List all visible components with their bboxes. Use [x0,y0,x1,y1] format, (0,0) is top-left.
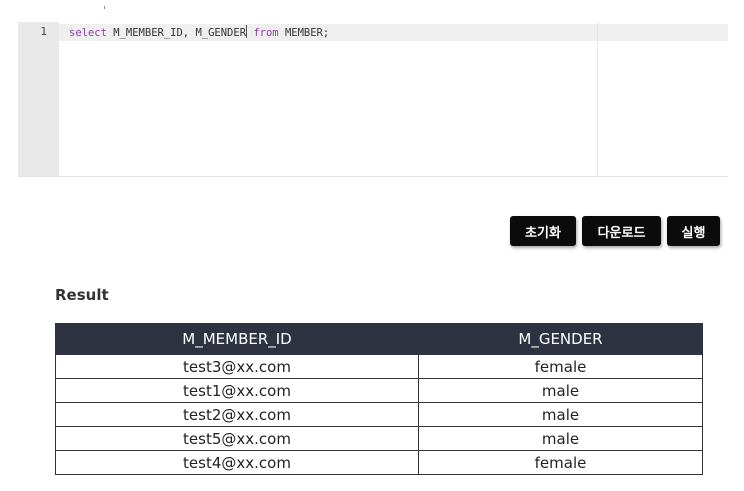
code-line[interactable]: select M_MEMBER_ID, M_GENDER from MEMBER… [69,25,329,39]
table-row: test5@xx.com male [55,426,703,451]
result-title: Result [55,286,109,304]
download-button[interactable]: 다운로드 [582,216,661,246]
code-token-keyword: select [69,27,107,39]
table-cell: male [418,378,703,403]
table-cell: female [418,354,703,379]
reset-button[interactable]: 초기화 [510,216,576,246]
column-header: M_GENDER [418,323,703,355]
code-token: M_MEMBER_ID, M_GENDER [106,27,247,39]
editor-gutter: 1 [18,22,59,176]
table-cell: test5@xx.com [55,426,419,451]
table-cell: test4@xx.com [55,450,419,475]
table-cell: male [418,426,703,451]
code-token: MEMBER; [278,27,330,39]
result-table: M_MEMBER_ID M_GENDER test3@xx.com female… [55,323,703,475]
line-number: 1 [40,25,47,38]
table-row: test1@xx.com male [55,378,703,403]
code-token-keyword: from [247,27,279,39]
print-margin [597,22,598,176]
table-cell: female [418,450,703,475]
table-header-row: M_MEMBER_ID M_GENDER [55,323,703,355]
table-cell: test3@xx.com [55,354,419,379]
table-row: test3@xx.com female [55,354,703,379]
column-header: M_MEMBER_ID [55,323,419,355]
editor-top-mark [104,6,105,9]
table-cell: test1@xx.com [55,378,419,403]
table-row: test2@xx.com male [55,402,703,427]
table-cell: male [418,402,703,427]
table-row: test4@xx.com female [55,450,703,475]
run-button[interactable]: 실행 [667,216,720,246]
table-cell: test2@xx.com [55,402,419,427]
sql-editor[interactable]: 1 select M_MEMBER_ID, M_GENDER from MEMB… [18,22,728,177]
